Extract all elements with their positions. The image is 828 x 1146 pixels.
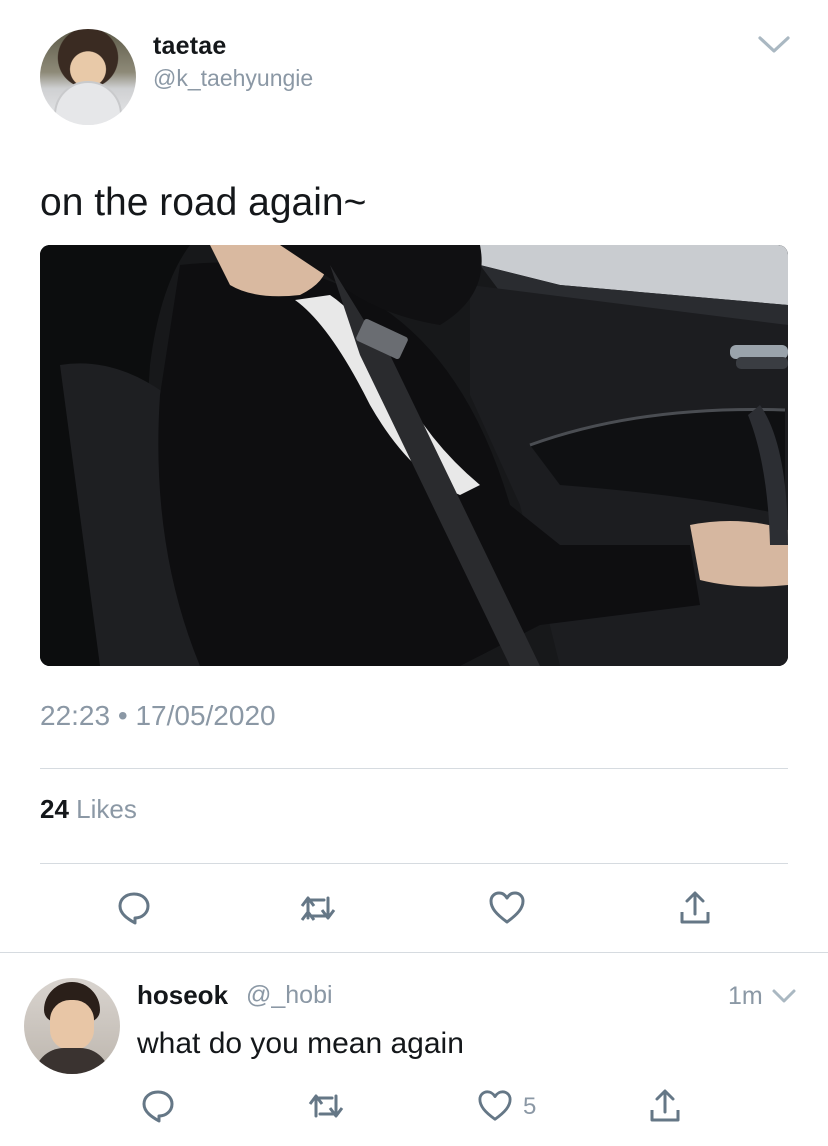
retweet-icon	[300, 896, 336, 921]
reply-button[interactable]	[114, 888, 154, 928]
avatar-face-shape	[50, 1000, 94, 1050]
reply-retweet-button[interactable]	[306, 1086, 346, 1126]
author-avatar[interactable]	[40, 29, 136, 125]
like-button[interactable]	[487, 888, 527, 928]
tweet-timestamp: 22:23 • 17/05/2020	[40, 700, 276, 732]
likes-label: Likes	[76, 794, 137, 824]
divider	[40, 863, 788, 864]
reply-like-count: 5	[523, 1093, 537, 1120]
tweet-media-photo[interactable]	[40, 245, 788, 666]
reply-author-display-name[interactable]: hoseok	[137, 980, 228, 1011]
reply-reply-button[interactable]	[138, 1086, 178, 1126]
reply-like-button[interactable]	[475, 1086, 515, 1126]
reply-timestamp: 1m	[728, 982, 763, 1010]
car-interior-photo	[40, 245, 788, 666]
heart-icon	[489, 891, 525, 924]
chevron-down-icon[interactable]	[757, 34, 791, 56]
reply-share-button[interactable]	[645, 1086, 685, 1126]
heart-icon	[478, 1090, 512, 1121]
author-handle[interactable]: @k_taehyungie	[153, 65, 313, 92]
tweet-text: on the road again~	[40, 181, 367, 224]
divider	[0, 952, 828, 953]
author-display-name[interactable]: taetae	[153, 32, 226, 61]
retweet-button[interactable]	[298, 888, 338, 928]
reply-author-avatar[interactable]	[24, 978, 120, 1074]
avatar-shirt-shape	[34, 1048, 110, 1074]
divider	[40, 768, 788, 769]
share-icon	[650, 1089, 680, 1122]
reply-icon	[118, 892, 150, 925]
tweet-time: 22:23	[40, 700, 111, 731]
reply-text: what do you mean again	[137, 1027, 464, 1060]
reply-icon	[142, 1090, 174, 1123]
retweet-icon	[308, 1094, 344, 1118]
reply-author-handle[interactable]: @_hobi	[246, 981, 333, 1010]
likes-count: 24	[40, 794, 69, 824]
timestamp-separator: •	[117, 700, 128, 731]
chevron-down-icon[interactable]	[771, 988, 797, 1006]
reply-tweet[interactable]: hoseok @_hobi 1m what do you mean again …	[0, 956, 828, 1146]
avatar-hood-shape	[54, 81, 122, 125]
share-icon	[680, 891, 710, 924]
share-button[interactable]	[675, 888, 715, 928]
likes-row[interactable]: 24 Likes	[40, 794, 137, 825]
main-tweet: taetae @k_taehyungie on the road again~	[0, 0, 828, 955]
tweet-date: 17/05/2020	[135, 700, 276, 731]
